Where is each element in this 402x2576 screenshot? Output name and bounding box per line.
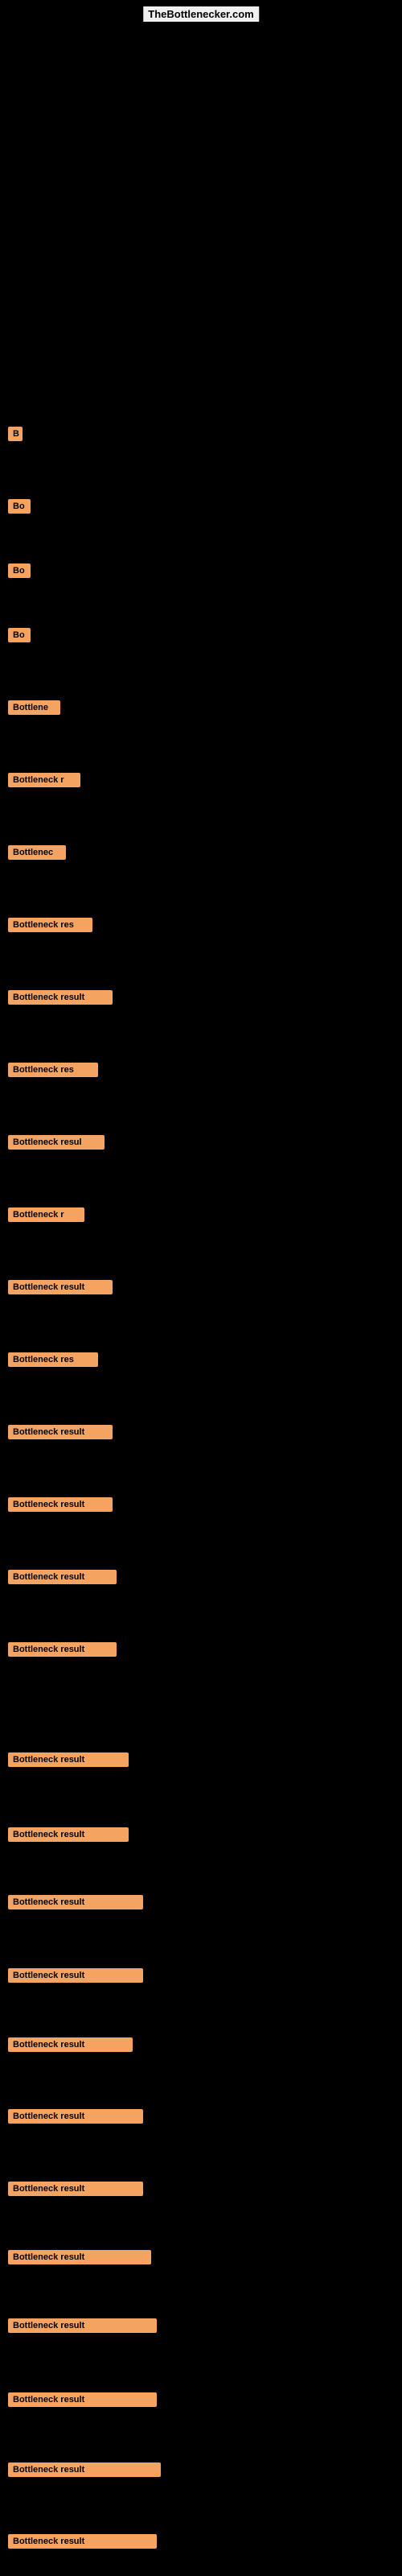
bottleneck-result-label: Bottleneck res — [8, 1063, 98, 1077]
site-title: TheBottlenecker.com — [143, 6, 259, 22]
bottleneck-result-label: Bo — [8, 499, 31, 514]
bottleneck-result-label: Bottleneck r — [8, 1208, 84, 1222]
bottleneck-result-label: Bottleneck result — [8, 990, 113, 1005]
bottleneck-result-label: Bottleneck resul — [8, 1135, 105, 1150]
bottleneck-result-label: Bottlene — [8, 700, 60, 715]
bottleneck-result-label: Bottleneck result — [8, 2182, 143, 2196]
bottleneck-result-label: Bottleneck result — [8, 1497, 113, 1512]
bottleneck-result-label: Bottleneck result — [8, 2462, 161, 2477]
bottleneck-result-label: Bottleneck result — [8, 2318, 157, 2333]
bottleneck-result-label: Bottleneck result — [8, 1642, 117, 1657]
bottleneck-result-label: Bottleneck res — [8, 918, 92, 932]
bottleneck-result-label: Bottleneck result — [8, 2109, 143, 2124]
bottleneck-result-label: Bottleneck result — [8, 2037, 133, 2052]
bottleneck-result-label: Bottleneck result — [8, 1752, 129, 1767]
bottleneck-result-label: Bottleneck result — [8, 1895, 143, 1909]
bottleneck-result-label: B — [8, 427, 23, 441]
bottleneck-result-label: Bottleneck result — [8, 1425, 113, 1439]
bottleneck-result-label: Bo — [8, 628, 31, 642]
bottleneck-result-label: Bottleneck result — [8, 1570, 117, 1584]
bottleneck-result-label: Bottleneck result — [8, 1280, 113, 1294]
bottleneck-result-label: Bottleneck res — [8, 1352, 98, 1367]
bottleneck-result-label: Bo — [8, 564, 31, 578]
bottleneck-result-label: Bottleneck r — [8, 773, 80, 787]
bottleneck-result-label: Bottleneck result — [8, 2392, 157, 2407]
bottleneck-result-label: Bottlenec — [8, 845, 66, 860]
bottleneck-result-label: Bottleneck result — [8, 1968, 143, 1983]
bottleneck-result-label: Bottleneck result — [8, 2250, 151, 2264]
bottleneck-result-label: Bottleneck result — [8, 1827, 129, 1842]
bottleneck-result-label: Bottleneck result — [8, 2534, 157, 2549]
